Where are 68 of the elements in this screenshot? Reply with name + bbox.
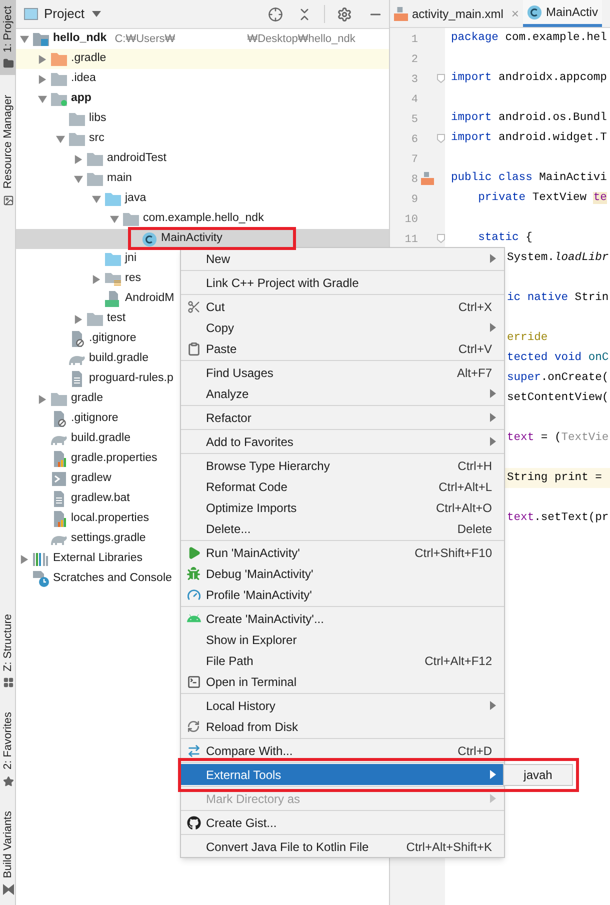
tree-item-label: gradle.properties (71, 451, 158, 466)
code-line: private TextView te (477, 190, 607, 206)
tree-item-label: .gradle (71, 51, 106, 66)
line-number: 1 (411, 34, 418, 46)
code-line: import androidx.appcomp (451, 70, 607, 86)
tree-item-label: proguard-rules.p (89, 371, 174, 386)
line-number: 3 (411, 74, 418, 86)
tree-item-label: androidTest (107, 151, 166, 166)
code-line: package com.example.hel (451, 30, 607, 46)
tree-item-label: app (71, 91, 92, 106)
tree-item-label: .gitignore (71, 411, 118, 426)
code-line: text = (TextVie (507, 430, 609, 446)
tree-item-label: build.gradle (89, 351, 148, 366)
shortcut-label: Ctrl+Alt+L (438, 478, 492, 496)
code-line: ic native Strin (507, 290, 609, 306)
code-line: public class MainActivi (451, 170, 607, 186)
line-number: 9 (411, 194, 418, 206)
tree-item-label: gradlew (71, 471, 112, 486)
tree-item-label: Scratches and Console (53, 571, 172, 586)
tree-item-label: gradlew.bat (71, 491, 130, 506)
code-line: static { (477, 230, 532, 246)
tree-item-label: gradle (71, 391, 103, 406)
tree-item-label: settings.gradle (71, 531, 146, 546)
tree-item-label: hello_ndk (53, 31, 107, 46)
shortcut-label: Ctrl+Alt+O (436, 500, 492, 516)
tree-item-label: External Libraries (53, 551, 142, 566)
shortcut-label: Alt+F7 (456, 364, 492, 382)
code-line: erride (507, 330, 548, 346)
code-line: super.onCreate( (507, 370, 609, 386)
code-line: System.loadLibr (507, 250, 609, 266)
line-number: 2 (411, 54, 418, 66)
tree-item-label: .idea (71, 71, 96, 86)
path-text: ₩Desktop₩hello_ndk (247, 32, 356, 47)
shortcut-label: Ctrl+Alt+Shift+K (406, 838, 492, 856)
tree-item-label: java (125, 191, 146, 206)
code-line: tected void onC (507, 350, 609, 366)
line-number: 11 (404, 234, 418, 246)
code-line: String print = (507, 470, 602, 486)
shortcut-label: Ctrl+D (458, 742, 492, 760)
tree-item-label: com.example.hello_ndk (143, 211, 264, 226)
shortcut-label: Ctrl+V (458, 340, 492, 358)
path-text: C:₩Users₩ (114, 32, 176, 47)
line-number: 6 (411, 134, 418, 146)
line-number: 7 (411, 154, 418, 166)
tree-item-label: local.properties (71, 511, 149, 526)
tree-item-label: build.gradle (71, 431, 130, 446)
tree-item-label: MainActivity (161, 231, 222, 246)
tree-item-label: main (107, 171, 132, 186)
shortcut-label: Ctrl+H (458, 458, 492, 474)
shortcut-label: Ctrl+Alt+F12 (424, 652, 492, 670)
line-number: 10 (404, 214, 418, 226)
code-line: import android.os.Bundl (451, 110, 607, 126)
shortcut-label: Ctrl+X (458, 298, 492, 316)
shortcut-label: Ctrl+Shift+F10 (414, 544, 492, 562)
line-number: 8 (411, 174, 418, 186)
tree-item-label: libs (89, 111, 106, 126)
line-number: 4 (411, 94, 418, 106)
line-number: 5 (411, 114, 418, 126)
tree-item-label: jni (125, 251, 137, 266)
tree-item-label: src (89, 131, 104, 146)
shortcut-label: Delete (457, 520, 492, 538)
code-line: text.setText(pr (507, 510, 609, 526)
tree-item-label: AndroidM (125, 291, 174, 306)
tree-item-label: .gitignore (89, 331, 136, 346)
code-line: setContentView( (507, 390, 609, 406)
tree-item-label: res (125, 271, 141, 286)
code-line: import android.widget.T (451, 130, 607, 146)
tree-item-label: test (107, 311, 126, 326)
